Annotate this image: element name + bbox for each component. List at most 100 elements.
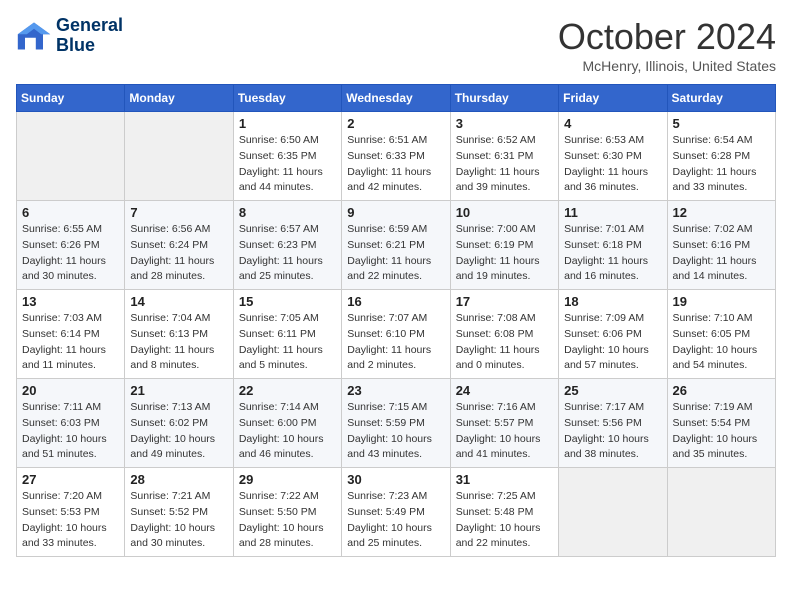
day-info: Sunrise: 6:50 AM Sunset: 6:35 PM Dayligh… — [239, 133, 336, 196]
weekday-header-thursday: Thursday — [450, 85, 558, 112]
calendar-cell: 8 Sunrise: 6:57 AM Sunset: 6:23 PM Daylig… — [233, 201, 341, 290]
weekday-header-monday: Monday — [125, 85, 233, 112]
day-info: Sunrise: 7:21 AM Sunset: 5:52 PM Dayligh… — [130, 489, 227, 552]
weekday-header-friday: Friday — [559, 85, 667, 112]
day-number: 19 — [673, 294, 770, 309]
calendar-cell — [667, 468, 775, 557]
calendar-cell — [17, 112, 125, 201]
day-number: 8 — [239, 205, 336, 220]
day-info: Sunrise: 7:13 AM Sunset: 6:02 PM Dayligh… — [130, 400, 227, 463]
calendar-cell: 7 Sunrise: 6:56 AM Sunset: 6:24 PM Daylig… — [125, 201, 233, 290]
day-number: 3 — [456, 116, 553, 131]
calendar-week-row: 13 Sunrise: 7:03 AM Sunset: 6:14 PM Dayli… — [17, 290, 776, 379]
calendar-cell: 19 Sunrise: 7:10 AM Sunset: 6:05 PM Dayli… — [667, 290, 775, 379]
day-info: Sunrise: 7:22 AM Sunset: 5:50 PM Dayligh… — [239, 489, 336, 552]
calendar-cell: 11Sunrise: 7:01 AM Sunset: 6:18 PM Dayli… — [559, 201, 667, 290]
calendar-cell: 28 Sunrise: 7:21 AM Sunset: 5:52 PM Dayli… — [125, 468, 233, 557]
day-info: Sunrise: 7:07 AM Sunset: 6:10 PM Dayligh… — [347, 311, 444, 374]
day-info: Sunrise: 6:57 AM Sunset: 6:23 PM Dayligh… — [239, 222, 336, 285]
month-title: October 2024 — [558, 16, 776, 58]
calendar-cell: 5 Sunrise: 6:54 AM Sunset: 6:28 PM Daylig… — [667, 112, 775, 201]
day-number: 12 — [673, 205, 770, 220]
day-info: Sunrise: 7:20 AM Sunset: 5:53 PM Dayligh… — [22, 489, 119, 552]
day-info: Sunrise: 7:15 AM Sunset: 5:59 PM Dayligh… — [347, 400, 444, 463]
calendar-cell: 22Sunrise: 7:14 AM Sunset: 6:00 PM Dayli… — [233, 379, 341, 468]
calendar-cell: 14Sunrise: 7:04 AM Sunset: 6:13 PM Dayli… — [125, 290, 233, 379]
calendar-week-row: 6Sunrise: 6:55 AM Sunset: 6:26 PM Daylig… — [17, 201, 776, 290]
calendar-cell: 26Sunrise: 7:19 AM Sunset: 5:54 PM Dayli… — [667, 379, 775, 468]
calendar-cell: 21 Sunrise: 7:13 AM Sunset: 6:02 PM Dayli… — [125, 379, 233, 468]
calendar-cell: 13 Sunrise: 7:03 AM Sunset: 6:14 PM Dayli… — [17, 290, 125, 379]
calendar-cell: 10Sunrise: 7:00 AM Sunset: 6:19 PM Dayli… — [450, 201, 558, 290]
calendar-cell: 20Sunrise: 7:11 AM Sunset: 6:03 PM Dayli… — [17, 379, 125, 468]
calendar-cell: 30 Sunrise: 7:23 AM Sunset: 5:49 PM Dayli… — [342, 468, 450, 557]
day-number: 23 — [347, 383, 444, 398]
day-info: Sunrise: 6:54 AM Sunset: 6:28 PM Dayligh… — [673, 133, 770, 196]
calendar-cell: 25 Sunrise: 7:17 AM Sunset: 5:56 PM Dayli… — [559, 379, 667, 468]
calendar-week-row: 1 Sunrise: 6:50 AM Sunset: 6:35 PM Daylig… — [17, 112, 776, 201]
day-info: Sunrise: 7:25 AM Sunset: 5:48 PM Dayligh… — [456, 489, 553, 552]
day-info: Sunrise: 6:52 AM Sunset: 6:31 PM Dayligh… — [456, 133, 553, 196]
day-number: 11 — [564, 205, 661, 220]
calendar-header-row: SundayMondayTuesdayWednesdayThursdayFrid… — [17, 85, 776, 112]
day-info: Sunrise: 7:23 AM Sunset: 5:49 PM Dayligh… — [347, 489, 444, 552]
day-info: Sunrise: 7:09 AM Sunset: 6:06 PM Dayligh… — [564, 311, 661, 374]
day-info: Sunrise: 6:53 AM Sunset: 6:30 PM Dayligh… — [564, 133, 661, 196]
day-info: Sunrise: 7:02 AM Sunset: 6:16 PM Dayligh… — [673, 222, 770, 285]
day-number: 21 — [130, 383, 227, 398]
calendar-cell: 1 Sunrise: 6:50 AM Sunset: 6:35 PM Daylig… — [233, 112, 341, 201]
calendar-cell: 17 Sunrise: 7:08 AM Sunset: 6:08 PM Dayli… — [450, 290, 558, 379]
day-number: 15 — [239, 294, 336, 309]
calendar-table: SundayMondayTuesdayWednesdayThursdayFrid… — [16, 84, 776, 557]
day-info: Sunrise: 7:16 AM Sunset: 5:57 PM Dayligh… — [456, 400, 553, 463]
calendar-cell: 9 Sunrise: 6:59 AM Sunset: 6:21 PM Daylig… — [342, 201, 450, 290]
day-number: 28 — [130, 472, 227, 487]
day-number: 14 — [130, 294, 227, 309]
calendar-cell: 12 Sunrise: 7:02 AM Sunset: 6:16 PM Dayli… — [667, 201, 775, 290]
day-number: 30 — [347, 472, 444, 487]
day-info: Sunrise: 7:17 AM Sunset: 5:56 PM Dayligh… — [564, 400, 661, 463]
day-info: Sunrise: 7:14 AM Sunset: 6:00 PM Dayligh… — [239, 400, 336, 463]
day-info: Sunrise: 7:03 AM Sunset: 6:14 PM Dayligh… — [22, 311, 119, 374]
day-info: Sunrise: 6:56 AM Sunset: 6:24 PM Dayligh… — [130, 222, 227, 285]
calendar-cell — [559, 468, 667, 557]
calendar-cell: 18 Sunrise: 7:09 AM Sunset: 6:06 PM Dayli… — [559, 290, 667, 379]
calendar-cell: 23 Sunrise: 7:15 AM Sunset: 5:59 PM Dayli… — [342, 379, 450, 468]
day-number: 9 — [347, 205, 444, 220]
calendar-cell: 31 Sunrise: 7:25 AM Sunset: 5:48 PM Dayli… — [450, 468, 558, 557]
day-info: Sunrise: 7:10 AM Sunset: 6:05 PM Dayligh… — [673, 311, 770, 374]
day-number: 24 — [456, 383, 553, 398]
calendar-cell: 29 Sunrise: 7:22 AM Sunset: 5:50 PM Dayli… — [233, 468, 341, 557]
calendar-cell: 16 Sunrise: 7:07 AM Sunset: 6:10 PM Dayli… — [342, 290, 450, 379]
day-number: 5 — [673, 116, 770, 131]
title-block: October 2024 McHenry, Illinois, United S… — [558, 16, 776, 74]
calendar-cell: 3 Sunrise: 6:52 AM Sunset: 6:31 PM Daylig… — [450, 112, 558, 201]
calendar-cell: 6Sunrise: 6:55 AM Sunset: 6:26 PM Daylig… — [17, 201, 125, 290]
day-info: Sunrise: 6:55 AM Sunset: 6:26 PM Dayligh… — [22, 222, 119, 285]
day-info: Sunrise: 6:51 AM Sunset: 6:33 PM Dayligh… — [347, 133, 444, 196]
day-number: 10 — [456, 205, 553, 220]
day-info: Sunrise: 7:08 AM Sunset: 6:08 PM Dayligh… — [456, 311, 553, 374]
day-number: 13 — [22, 294, 119, 309]
calendar-cell: 4Sunrise: 6:53 AM Sunset: 6:30 PM Daylig… — [559, 112, 667, 201]
day-info: Sunrise: 6:59 AM Sunset: 6:21 PM Dayligh… — [347, 222, 444, 285]
day-number: 29 — [239, 472, 336, 487]
calendar-cell — [125, 112, 233, 201]
day-number: 17 — [456, 294, 553, 309]
day-number: 2 — [347, 116, 444, 131]
day-number: 16 — [347, 294, 444, 309]
calendar-cell: 2 Sunrise: 6:51 AM Sunset: 6:33 PM Daylig… — [342, 112, 450, 201]
page-header: General Blue October 2024 McHenry, Illin… — [16, 16, 776, 74]
day-number: 26 — [673, 383, 770, 398]
weekday-header-tuesday: Tuesday — [233, 85, 341, 112]
day-number: 7 — [130, 205, 227, 220]
calendar-week-row: 27Sunrise: 7:20 AM Sunset: 5:53 PM Dayli… — [17, 468, 776, 557]
day-number: 25 — [564, 383, 661, 398]
weekday-header-sunday: Sunday — [17, 85, 125, 112]
logo-text: General Blue — [56, 16, 123, 56]
day-number: 1 — [239, 116, 336, 131]
day-number: 18 — [564, 294, 661, 309]
logo-icon — [16, 18, 52, 54]
logo: General Blue — [16, 16, 123, 56]
day-number: 31 — [456, 472, 553, 487]
